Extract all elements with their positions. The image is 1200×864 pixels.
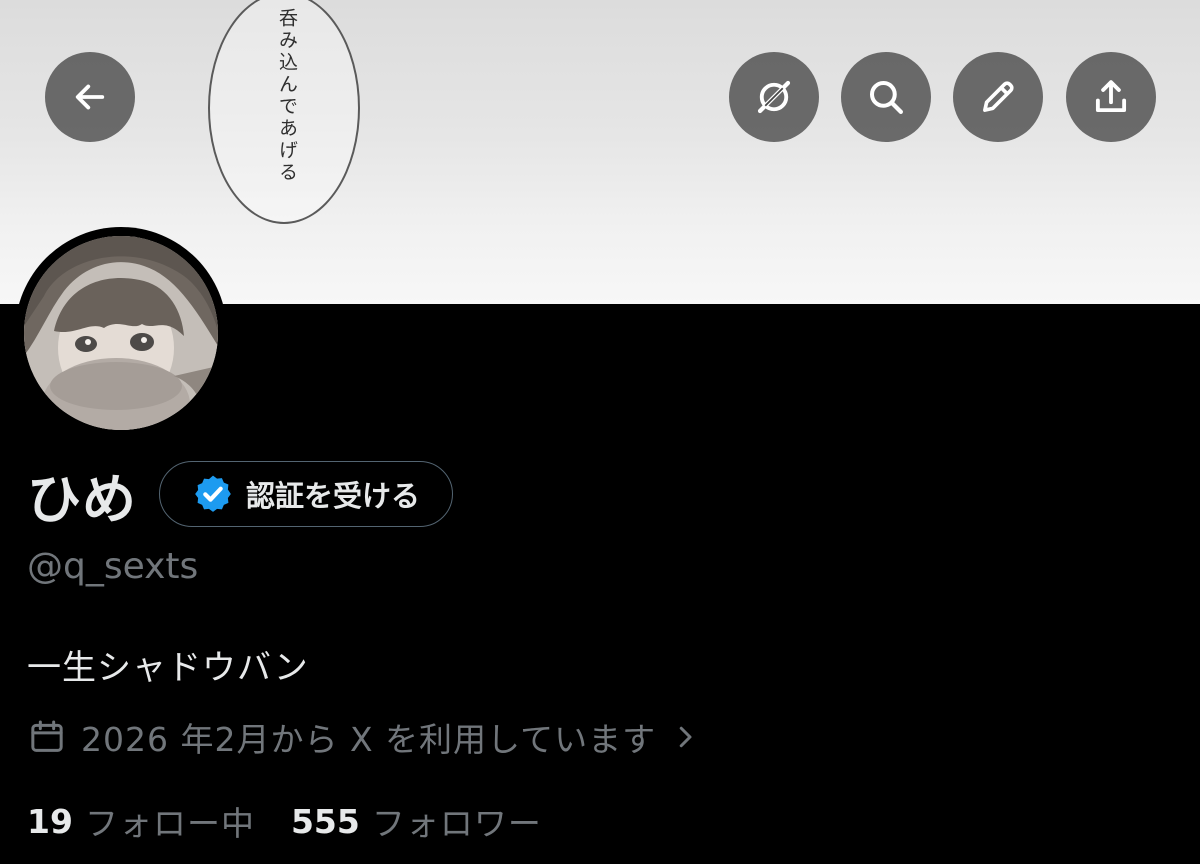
verified-badge-icon bbox=[195, 475, 231, 512]
followers-count: 555 bbox=[290, 801, 360, 841]
calendar-icon bbox=[31, 720, 63, 752]
following-count: 19 bbox=[27, 801, 73, 841]
user-handle: @q_sexts bbox=[27, 546, 199, 587]
name-row: ひめ 認証を受ける bbox=[27, 458, 454, 531]
display-name: ひめ bbox=[27, 467, 137, 531]
edit-button[interactable] bbox=[953, 52, 1043, 142]
arrow-left-icon bbox=[75, 84, 105, 110]
grok-icon bbox=[757, 80, 791, 114]
following-link[interactable]: 19 フォロー中 bbox=[27, 797, 255, 845]
get-verified-button[interactable]: 認証を受ける bbox=[159, 461, 454, 527]
share-button[interactable] bbox=[1066, 52, 1156, 142]
avatar-illustration bbox=[24, 236, 218, 430]
speech-bubble-text: 呑み込んであげる bbox=[276, 8, 298, 184]
pencil-icon bbox=[983, 81, 1014, 112]
get-verified-label: 認証を受ける bbox=[246, 479, 421, 513]
grok-button[interactable] bbox=[729, 52, 819, 142]
followers-link[interactable]: 555 フォロワー bbox=[291, 797, 542, 845]
search-button[interactable] bbox=[841, 52, 931, 142]
chevron-right-icon bbox=[679, 726, 692, 748]
joined-date-row[interactable]: 2026 年2月から X を利用しています bbox=[27, 712, 700, 762]
search-icon bbox=[869, 80, 903, 114]
joined-date-text: 2026 年2月から X を利用しています bbox=[81, 720, 657, 759]
follow-stats: 19 フォロー中 555 フォロワー bbox=[27, 796, 542, 846]
share-icon bbox=[1095, 80, 1127, 113]
bio: 一生シャドウバン bbox=[27, 648, 309, 688]
back-button[interactable] bbox=[45, 52, 135, 142]
followers-label: フォロワー bbox=[371, 804, 542, 843]
following-label: フォロー中 bbox=[84, 804, 255, 843]
avatar[interactable] bbox=[24, 236, 218, 430]
